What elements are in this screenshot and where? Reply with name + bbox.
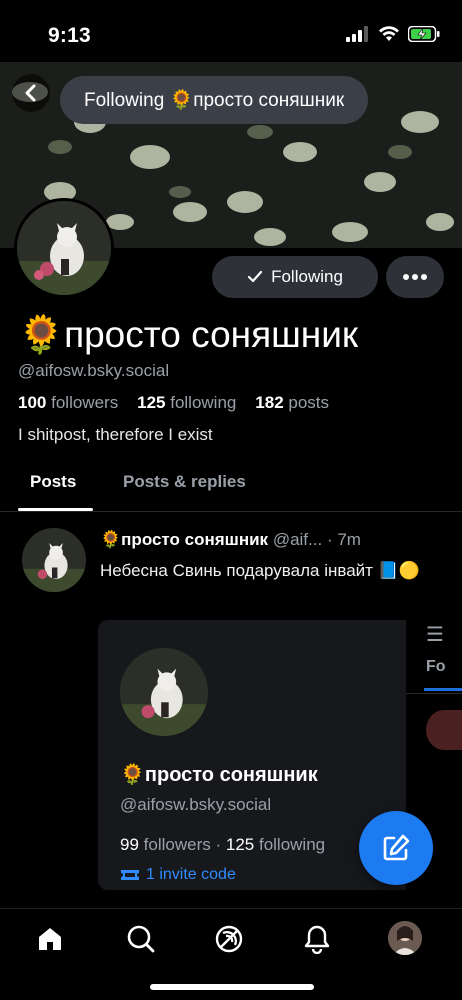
embed-side-divider (406, 693, 462, 694)
status-time: 9:13 (48, 24, 91, 47)
status-icons (346, 26, 440, 42)
ticket-icon (121, 870, 139, 880)
profile-display-name: 🌻просто соняшник (18, 314, 359, 355)
search-icon[interactable] (123, 921, 159, 957)
post-author-name[interactable]: 🌻просто соняшник (100, 530, 268, 549)
profile-stats: 100 followers 125 following 182 posts (18, 393, 329, 413)
compose-icon (383, 834, 410, 861)
post-timestamp: · 7m (326, 530, 361, 549)
battery-charging-icon (408, 26, 440, 42)
following-stat[interactable]: 125 following (137, 393, 236, 412)
profile-tabs: Posts Posts & replies (0, 458, 462, 512)
embed-avatar-image (120, 648, 208, 736)
post-author-handle: @aif... (272, 530, 323, 549)
embed-invite-code: 1 invite code (120, 866, 236, 884)
signal-icon (346, 26, 368, 42)
profile-handle: @aifosw.bsky.social (18, 361, 170, 380)
embed-handle: @aifosw.bsky.social (120, 795, 272, 814)
followers-stat[interactable]: 100 followers (18, 393, 118, 412)
following-button[interactable]: Following (212, 256, 378, 298)
compose-button[interactable] (359, 811, 433, 885)
status-bar: 9:13 (0, 0, 462, 62)
profile-avatar[interactable] (14, 198, 114, 298)
tab-posts[interactable]: Posts (30, 472, 76, 492)
posts-stat: 182 posts (255, 393, 330, 412)
embed-side-tab-indicator (424, 688, 462, 691)
embed-stats: 99 followers · 125 following (120, 835, 326, 854)
home-icon[interactable] (32, 921, 68, 957)
home-indicator (150, 984, 314, 990)
more-options-button[interactable] (386, 256, 444, 298)
embed-display-name: 🌻просто соняшник (120, 764, 318, 786)
chevron-left-icon (25, 84, 36, 102)
post-author-avatar[interactable] (22, 528, 86, 592)
active-tab-indicator (18, 508, 93, 511)
embed-side-avatar (426, 710, 462, 750)
header-title-pill: Following 🌻просто соняшник (60, 76, 369, 124)
post-avatar-image (22, 528, 86, 592)
following-button-label: Following (271, 267, 343, 286)
ellipsis-icon (403, 274, 427, 280)
wifi-icon (379, 26, 399, 41)
menu-icon: ☰ (426, 624, 444, 646)
notifications-icon[interactable] (299, 921, 335, 957)
checkmark-icon (247, 270, 263, 283)
feeds-icon[interactable] (211, 921, 247, 957)
post-header: 🌻просто соняшник @aif... · 7m (100, 530, 361, 550)
tab-posts-replies[interactable]: Posts & replies (123, 472, 246, 492)
embed-side-tab: Fo (426, 658, 446, 675)
profile-bio: I shitpost, therefore I exist (18, 425, 213, 444)
nav-profile-avatar[interactable] (388, 921, 422, 955)
back-button[interactable] (12, 74, 50, 112)
embed-avatar (120, 648, 208, 736)
post-text: Небесна Свинь подарувала інвайт 📘🟡 (100, 561, 420, 580)
avatar-image (17, 201, 111, 295)
